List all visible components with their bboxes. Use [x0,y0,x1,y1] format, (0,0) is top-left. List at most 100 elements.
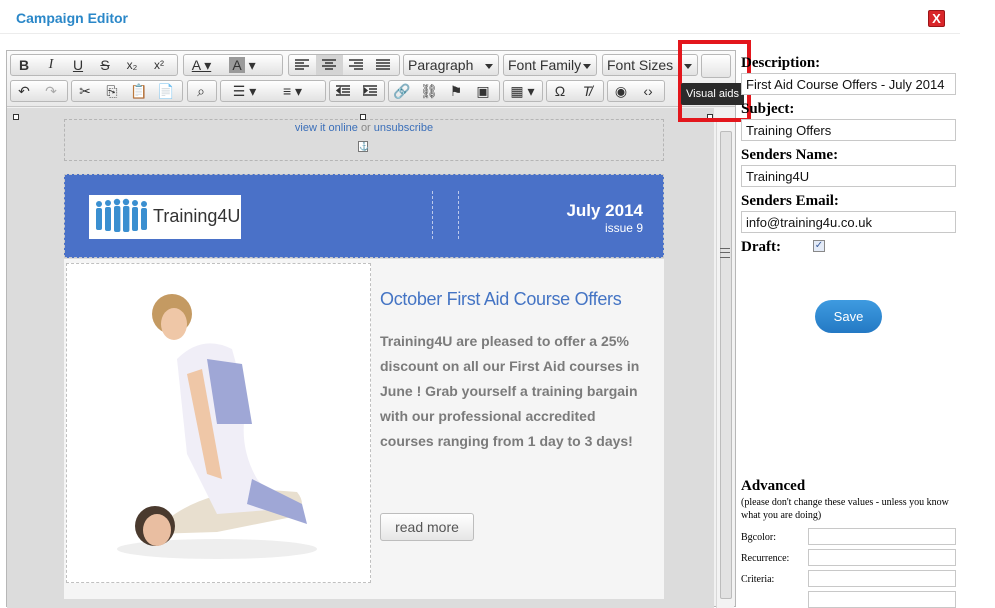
view-group: ◉ ‹› [607,80,665,102]
align-left-icon[interactable] [289,55,316,75]
italic-button[interactable]: I [38,55,65,75]
scroll-grip-icon [720,248,730,258]
anchor-marker-icon: ⚓ [358,141,369,152]
format-select[interactable]: Paragraph [403,54,499,76]
extra-field[interactable] [808,591,956,608]
issue-number: issue 9 [604,221,643,235]
scroll-thumb[interactable] [720,131,732,599]
preheader: view it online or unsubscribe ⚓ [64,119,664,161]
description-label: Description: [741,55,821,71]
find-replace-icon[interactable]: ⌕ [188,81,215,101]
special-char-icon[interactable]: Ω [547,81,574,101]
editor-scrollbar[interactable] [716,121,734,608]
superscript-button[interactable]: x² [146,55,173,75]
visual-aids-tooltip: Visual aids [681,83,744,105]
resize-handle[interactable] [13,114,19,120]
close-button[interactable]: X [928,10,945,27]
text-style-group: B I U S x₂ x² [10,54,178,76]
align-right-icon[interactable] [343,55,370,75]
article-copy: Training4U are pleased to offer a 25% di… [380,333,640,449]
campaign-form: Description: Subject: Senders Name: Send… [740,50,960,608]
chevron-down-icon [485,64,493,69]
editor-toolbar: B I U S x₂ x² A ▾ A ▾ Paragraph Font Fam… [7,51,735,107]
subject-label: Subject: [741,101,795,117]
preheader-or: or [360,122,371,134]
recurrence-field[interactable] [808,549,956,566]
bgcolor-label: Bgcolor: [741,532,776,543]
draft-checkbox[interactable]: ✓ [813,240,825,252]
resize-handle[interactable] [360,114,366,120]
first-aid-photo [66,263,371,583]
paste-text-icon[interactable]: 📄 [153,81,180,101]
bullet-list-icon[interactable]: ☰ ▾ [221,81,269,101]
right-edge [960,0,995,607]
recurrence-label: Recurrence: [741,553,790,564]
clear-format-icon[interactable]: T̸ [574,81,601,101]
banner-divider [432,191,433,239]
advanced-note: (please don't change these values - unle… [741,497,949,521]
alignment-group [288,54,400,76]
table-group: ▦ ▾ [503,80,543,102]
font-size-value: Font Sizes [607,57,674,73]
redo-icon[interactable]: ↷ [38,81,65,101]
preview-icon[interactable]: ◉ [608,81,635,101]
senders-name-label: Senders Name: [741,147,839,163]
indent-icon[interactable] [357,81,384,101]
criteria-field[interactable] [808,570,956,587]
color-group: A ▾ A ▾ [183,54,283,76]
table-icon[interactable]: ▦ ▾ [504,81,542,101]
format-select-value: Paragraph [408,57,474,73]
outdent-icon[interactable] [330,81,357,101]
bold-button[interactable]: B [11,55,38,75]
email-header-banner: Training4U July 2014 issue 9 [64,174,664,258]
paste-icon[interactable]: 📋 [126,81,153,101]
criteria-label: Criteria: [741,574,775,585]
align-center-icon[interactable] [316,55,343,75]
people-logo-icon [96,198,147,232]
senders-name-field[interactable] [741,165,956,187]
window-title: Campaign Editor [16,10,129,26]
draft-label: Draft: [741,239,781,255]
bgcolor-field[interactable] [808,528,956,545]
cut-icon[interactable]: ✂ [72,81,99,101]
rich-text-editor: B I U S x₂ x² A ▾ A ▾ Paragraph Font Fam… [6,50,736,608]
description-field[interactable] [741,73,956,95]
subscript-button[interactable]: x₂ [119,55,146,75]
issue-date: July 2014 [566,201,643,220]
background-color-icon[interactable]: A ▾ [220,55,266,75]
numbered-list-icon[interactable]: ≡ ▾ [269,81,317,101]
strikethrough-button[interactable]: S [92,55,119,75]
save-button[interactable]: Save [815,300,882,333]
senders-email-field[interactable] [741,211,956,233]
text-color-icon[interactable]: A ▾ [184,55,220,75]
read-more-button[interactable]: read more [380,513,474,541]
font-family-select[interactable]: Font Family [503,54,597,76]
title-bar: Campaign Editor X [0,0,960,34]
underline-button[interactable]: U [65,55,92,75]
insert-group: 🔗 ⛓ ⚑ ▣ [388,80,500,102]
clipboard-group: ✂ ⎘ 📋 📄 [71,80,183,102]
copy-icon[interactable]: ⎘ [99,81,126,101]
unsubscribe-link[interactable]: unsubscribe [374,122,433,134]
chevron-down-icon [583,64,591,69]
article-headline: October First Aid Course Offers [380,289,622,309]
advanced-heading: Advanced [741,478,806,494]
subject-field[interactable] [741,119,956,141]
link-icon[interactable]: 🔗 [389,81,416,101]
logo-text: Training4U [153,206,241,226]
unlink-icon[interactable]: ⛓ [416,81,443,101]
align-justify-icon[interactable] [370,55,397,75]
anchor-icon[interactable]: ⚑ [443,81,470,101]
misc-group: Ω T̸ [546,80,604,102]
image-icon[interactable]: ▣ [470,81,497,101]
list-group: ☰ ▾ ≡ ▾ [220,80,326,102]
indent-group [329,80,385,102]
editor-content[interactable]: view it online or unsubscribe ⚓ Training… [7,108,714,608]
view-online-link[interactable]: view it online [295,122,358,134]
source-code-icon[interactable]: ‹› [635,81,662,101]
font-family-value: Font Family [508,57,582,73]
logo: Training4U [89,195,241,239]
history-group: ↶ ↷ [10,80,68,102]
email-body: October First Aid Course Offers Training… [64,259,664,599]
undo-icon[interactable]: ↶ [11,81,38,101]
